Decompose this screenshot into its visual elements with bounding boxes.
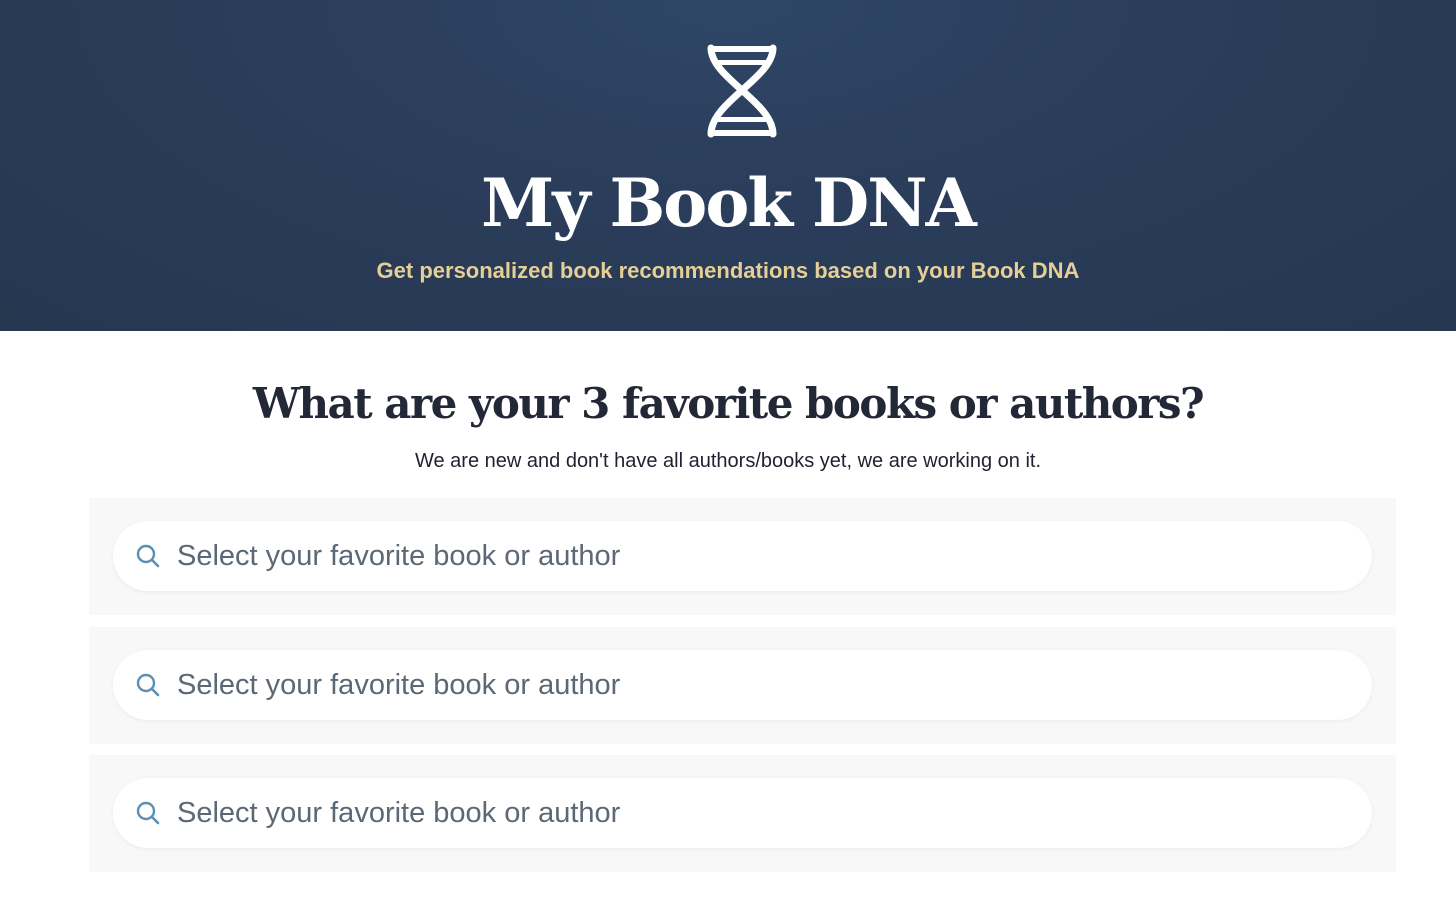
search-input-2[interactable]: [177, 662, 1347, 708]
search-box-2[interactable]: [113, 650, 1372, 720]
search-icon: [136, 673, 160, 697]
search-input-1[interactable]: [177, 533, 1347, 579]
question-subtitle: We are new and don't have all authors/bo…: [414, 450, 1042, 472]
search-icon: [136, 801, 160, 825]
search-box-1[interactable]: [113, 521, 1372, 591]
question-title: What are your 3 favorite books or author…: [252, 379, 1205, 428]
site-tagline: Get personalized book recommendations ba…: [376, 258, 1080, 283]
favorite-slot-1: [89, 498, 1396, 615]
search-input-3[interactable]: [177, 790, 1347, 836]
hero-header: My Book DNA Get personalized book recomm…: [0, 0, 1456, 331]
favorite-slot-3: [89, 755, 1396, 872]
search-box-3[interactable]: [113, 778, 1372, 848]
search-icon: [136, 544, 160, 568]
dna-helix-icon: [707, 44, 777, 138]
site-title: My Book DNA: [481, 164, 977, 242]
favorite-slot-2: [89, 627, 1396, 744]
